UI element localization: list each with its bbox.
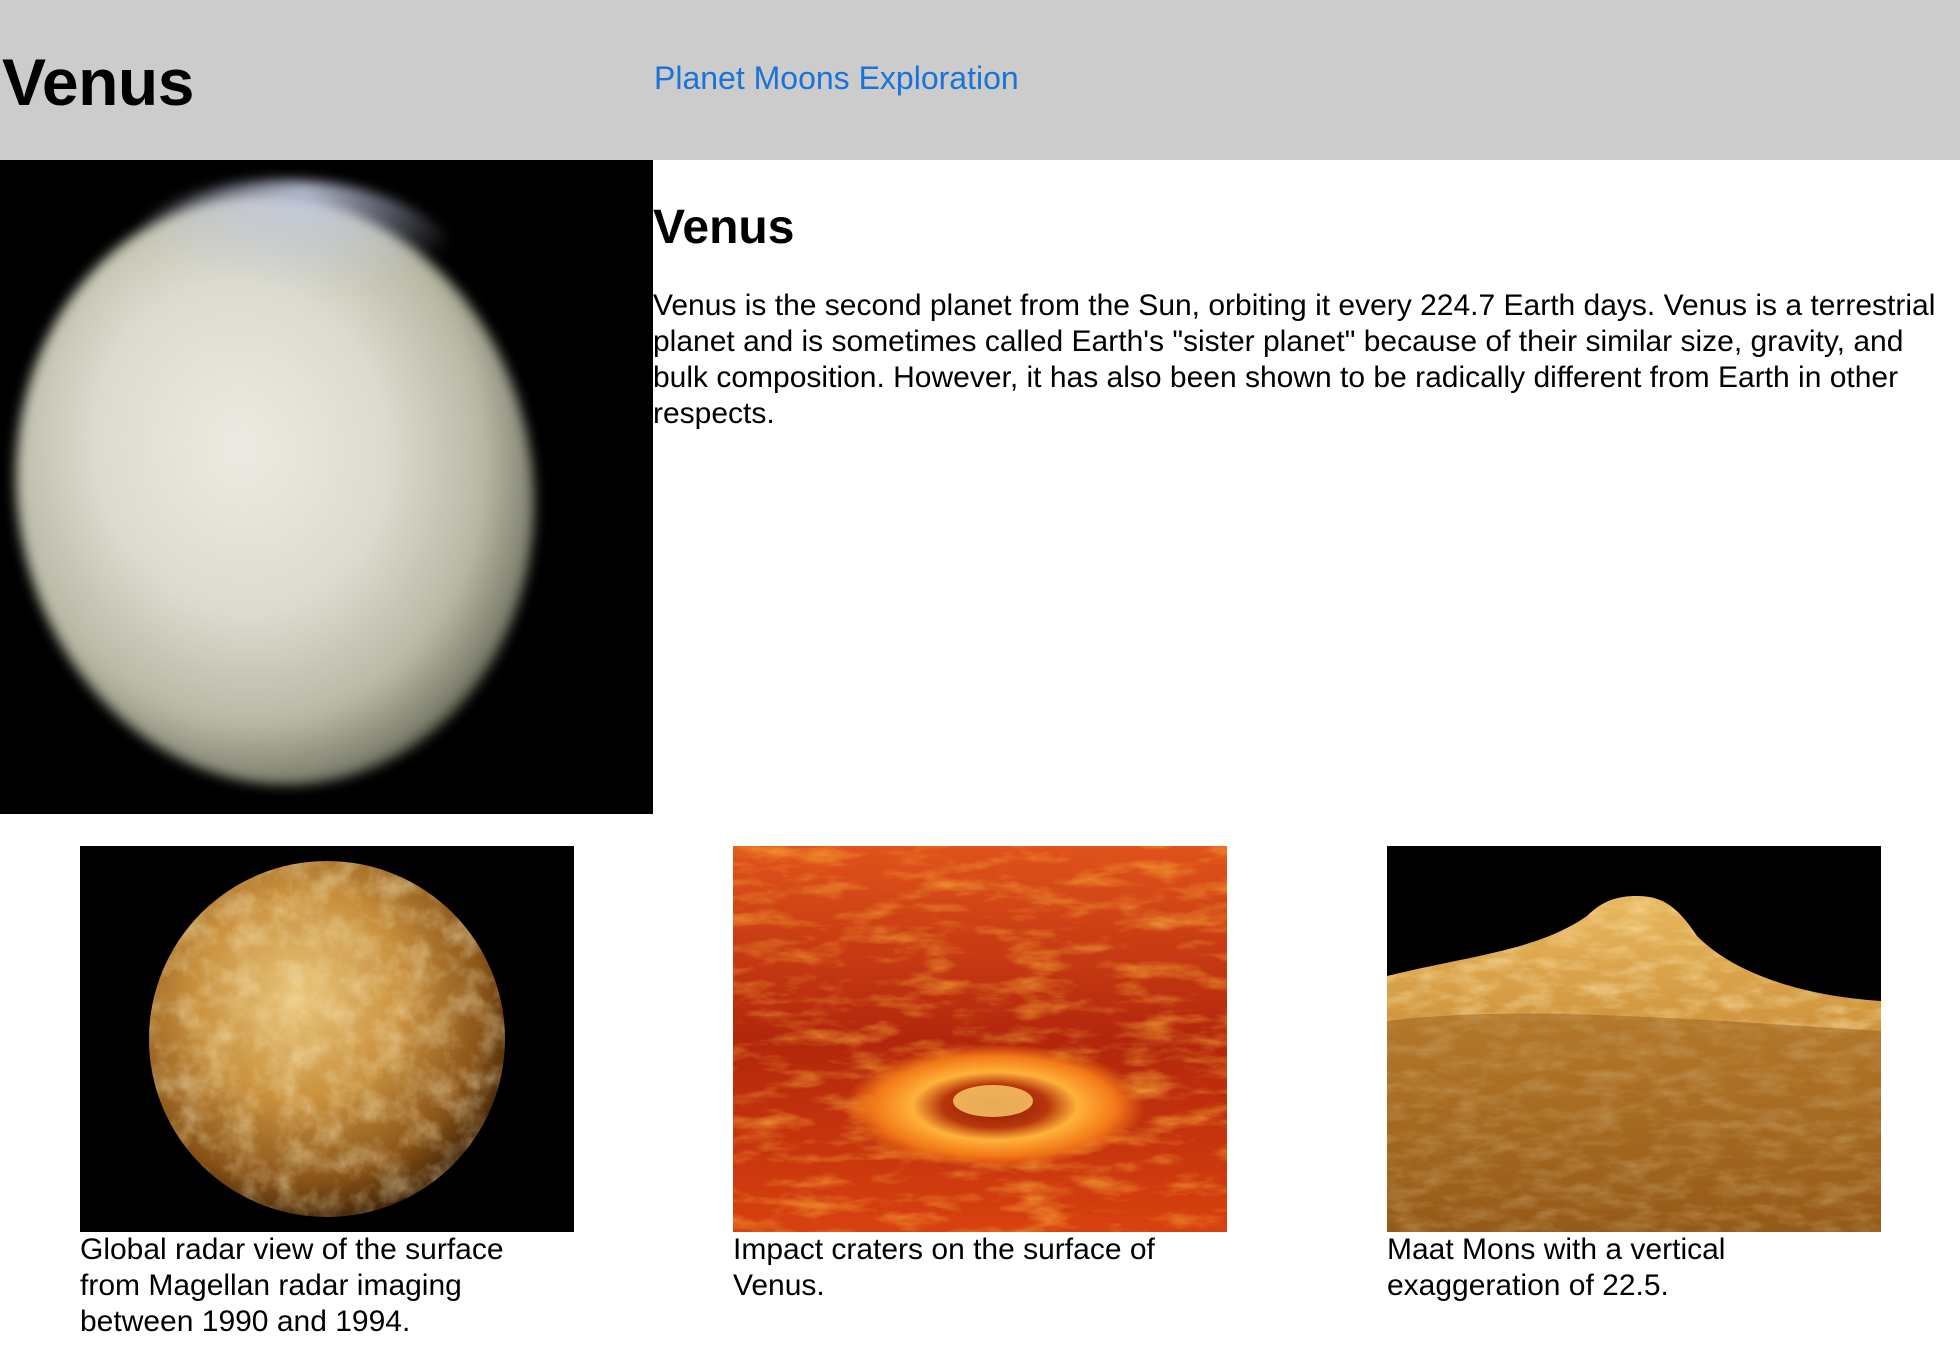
gallery-item-radar-view: Global radar view of the surface from Ma… [80, 846, 574, 1340]
gallery-item-impact-craters: Impact craters on the surface of Venus. [733, 846, 1227, 1304]
impact-craters-caption: Impact craters on the surface of Venus. [733, 1233, 1155, 1302]
article-heading: Venus [653, 201, 795, 254]
main-nav: Planet Moons Exploration [654, 58, 1019, 98]
impact-craters-image [733, 846, 1227, 1232]
radar-view-caption: Global radar view of the surface from Ma… [80, 1233, 504, 1338]
gallery-item-maat-mons: Maat Mons with a vertical exaggeration o… [1387, 846, 1881, 1304]
article: Venus Venus is the second planet from th… [653, 196, 1960, 432]
venus-hero-image [0, 160, 653, 814]
site-title: Venus [2, 45, 194, 119]
article-body: Venus is the second planet from the Sun,… [653, 289, 1936, 430]
nav-link-planet-moons-exploration[interactable]: Planet Moons Exploration [654, 60, 1019, 96]
maat-mons-image [1387, 846, 1881, 1232]
maat-mons-caption: Maat Mons with a vertical exaggeration o… [1387, 1233, 1726, 1302]
radar-view-image [80, 846, 574, 1232]
site-header: Venus Planet Moons Exploration [0, 0, 1960, 160]
